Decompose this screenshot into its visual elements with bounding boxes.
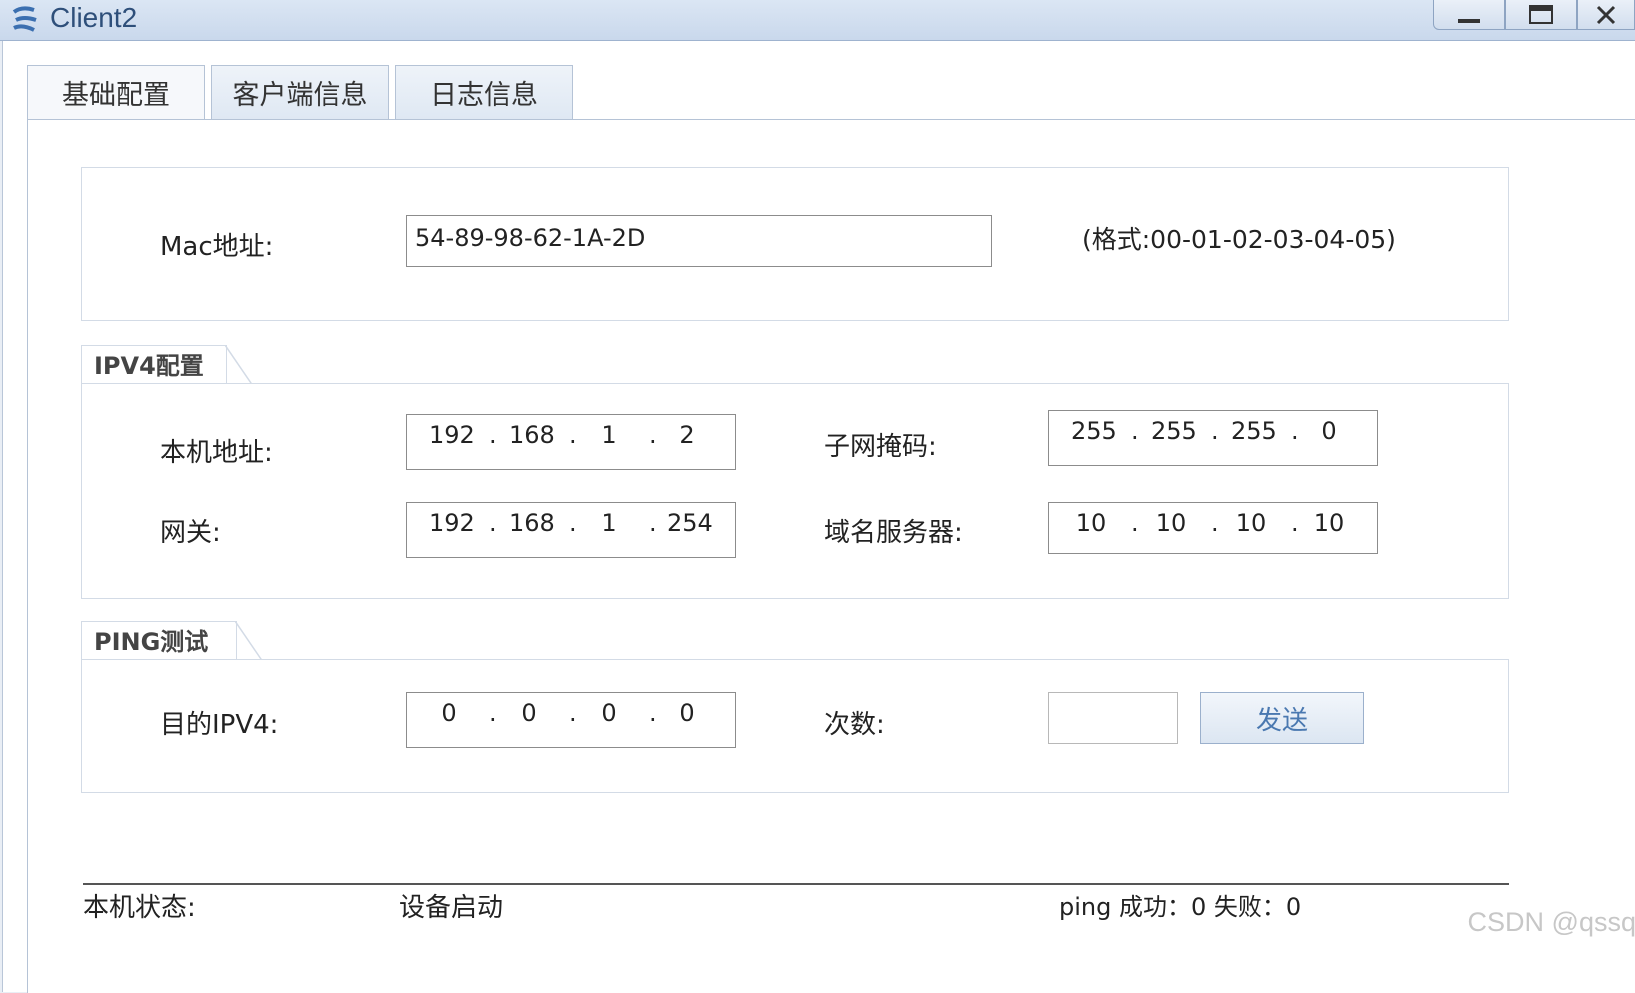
ip-octet: 10 (1075, 509, 1107, 537)
send-button[interactable]: 发送 (1200, 692, 1364, 744)
minimize-icon (1458, 18, 1480, 23)
subnet-mask-input[interactable]: 255 . 255 . 255 . 0 (1048, 410, 1378, 466)
ping-tab-slope (235, 621, 264, 663)
mac-group: Mac地址: 54-89-98-62-1A-2D (格式:00-01-02-03… (81, 167, 1509, 321)
ping-result: ping 成功：0 失败：0 (1059, 893, 1302, 921)
ip-dot: . (489, 421, 497, 449)
status-label: 本机状态: (83, 893, 196, 923)
ip-dot: . (569, 509, 577, 537)
status-value: 设备启动 (399, 893, 504, 923)
watermark: CSDN @qssq (1467, 907, 1635, 937)
ping-group: 目的IPV4: 0 . 0 . 0 . 0 次数: 发送 (81, 659, 1509, 793)
ip-octet: 2 (679, 421, 695, 449)
ip-octet: 255 (1231, 417, 1277, 445)
ip-dot: . (489, 699, 497, 727)
send-button-label: 发送 (1255, 705, 1308, 736)
ip-octet: 192 (429, 421, 475, 449)
ip-octet: 10 (1155, 509, 1187, 537)
ip-octet: 1 (601, 421, 617, 449)
tab-log-info[interactable]: 日志信息 (395, 65, 573, 119)
tab-client-info[interactable]: 客户端信息 (211, 65, 389, 119)
ip-octet: 192 (429, 509, 475, 537)
ip-octet: 10 (1313, 509, 1345, 537)
ip-dot: . (1291, 417, 1299, 445)
ip-dot: . (1131, 417, 1139, 445)
ipv4-section-title: IPV4配置 (81, 345, 227, 385)
ipv4-tab-slope (225, 345, 254, 387)
mac-format-hint: (格式:00-01-02-03-04-05) (1082, 225, 1396, 254)
close-button[interactable] (1577, 0, 1635, 30)
ip-octet: 0 (601, 699, 617, 727)
ip-octet: 1 (601, 509, 617, 537)
window-body: 基础配置 客户端信息 日志信息 Mac地址: 54-89-98-62-1A-2D… (0, 41, 1635, 993)
mac-value: 54-89-98-62-1A-2D (415, 224, 646, 252)
ip-octet: 254 (667, 509, 713, 537)
gateway-input[interactable]: 192 . 168 . 1 . 254 (406, 502, 736, 558)
ip-dot: . (649, 421, 657, 449)
dest-ipv4-label: 目的IPV4: (160, 710, 279, 740)
ip-octet: 0 (1321, 417, 1337, 445)
ip-dot: . (569, 699, 577, 727)
dns-server-input[interactable]: 10 . 10 . 10 . 10 (1048, 502, 1378, 554)
app-icon (12, 6, 37, 32)
local-address-label: 本机地址: (160, 438, 273, 468)
local-address-input[interactable]: 192 . 168 . 1 . 2 (406, 414, 736, 470)
ip-dot: . (649, 699, 657, 727)
ip-dot: . (649, 509, 657, 537)
ip-dot: . (1131, 509, 1139, 537)
ping-section-title: PING测试 (81, 621, 237, 661)
mac-label: Mac地址: (160, 232, 274, 262)
ip-octet: 0 (441, 699, 457, 727)
dns-server-label: 域名服务器: (824, 518, 963, 548)
subnet-mask-label: 子网掩码: (824, 432, 937, 462)
ip-octet: 168 (509, 509, 555, 537)
dest-ipv4-input[interactable]: 0 . 0 . 0 . 0 (406, 692, 736, 748)
ip-octet: 0 (521, 699, 537, 727)
tab-bar: 基础配置 客户端信息 日志信息 (27, 65, 579, 119)
count-input[interactable] (1048, 692, 1178, 744)
close-icon (1596, 5, 1616, 24)
maximize-icon (1529, 4, 1553, 24)
count-label: 次数: (824, 710, 885, 740)
window-title: Client2 (50, 2, 138, 33)
ip-dot: . (1211, 509, 1219, 537)
ip-octet: 255 (1071, 417, 1117, 445)
ip-octet: 168 (509, 421, 555, 449)
ip-octet: 10 (1235, 509, 1267, 537)
mac-input[interactable]: 54-89-98-62-1A-2D (406, 215, 992, 267)
maximize-button[interactable] (1505, 0, 1577, 30)
status-divider (83, 883, 1509, 885)
title-bar: Client2 (0, 0, 1635, 41)
gateway-label: 网关: (160, 518, 221, 548)
ipv4-group: 本机地址: 192 . 168 . 1 . 2 子网掩码: 255 . 255 … (81, 383, 1509, 599)
window-controls (1433, 0, 1635, 32)
ip-octet: 0 (679, 699, 695, 727)
minimize-button[interactable] (1433, 0, 1505, 30)
tab-basic-config[interactable]: 基础配置 (27, 65, 205, 119)
ip-octet: 255 (1151, 417, 1197, 445)
ip-dot: . (1211, 417, 1219, 445)
client-area: 基础配置 客户端信息 日志信息 Mac地址: 54-89-98-62-1A-2D… (2, 41, 1635, 993)
ip-dot: . (1291, 509, 1299, 537)
ip-dot: . (569, 421, 577, 449)
ip-dot: . (489, 509, 497, 537)
